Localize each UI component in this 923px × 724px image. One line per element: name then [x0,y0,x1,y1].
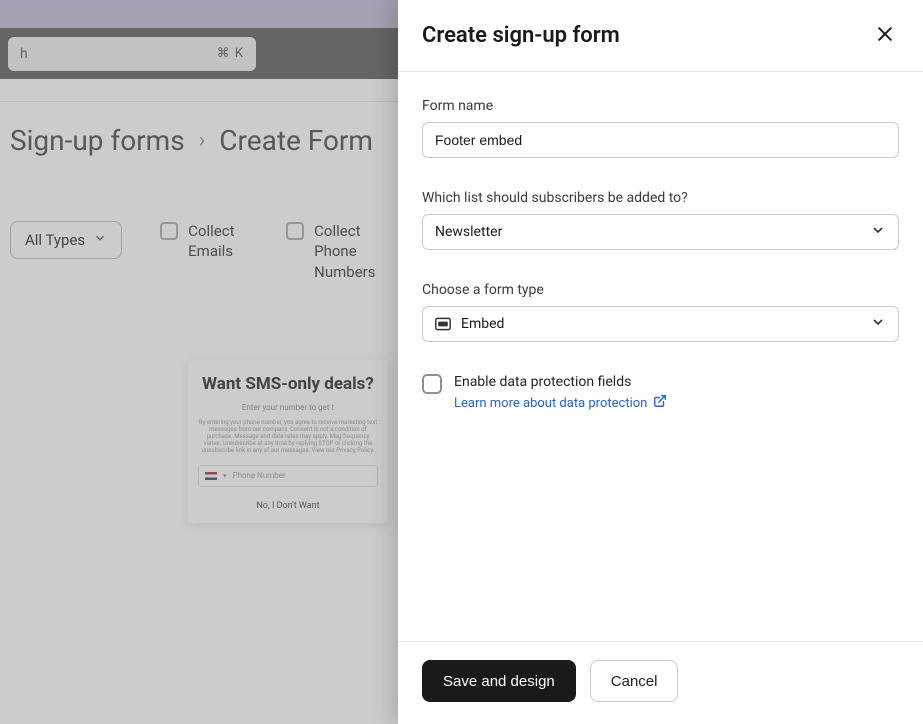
close-icon [875,32,895,47]
list-select-value: Newsletter [435,224,502,240]
type-select-value: Embed [461,316,504,332]
panel-footer: Save and design Cancel [398,641,923,724]
data-protection-learn-link[interactable]: Learn more about data protection [454,394,667,412]
type-select[interactable]: Embed [422,306,899,342]
panel-title: Create sign-up form [422,23,620,48]
create-form-panel: Create sign-up form Form name Which list… [398,0,923,724]
form-name-field: Form name [422,98,899,158]
data-protection-checkbox-row: Enable data protection fields Learn more… [422,374,899,412]
panel-header: Create sign-up form [398,0,923,72]
data-protection-label: Enable data protection fields [454,374,667,390]
data-protection-checkbox[interactable] [422,374,442,394]
close-button[interactable] [871,20,899,51]
type-select-label: Choose a form type [422,282,899,298]
save-and-design-button[interactable]: Save and design [422,660,576,702]
list-select-label: Which list should subscribers be added t… [422,190,899,206]
embed-icon [435,317,451,331]
external-link-icon [653,394,667,412]
panel-body: Form name Which list should subscribers … [398,72,923,641]
form-name-label: Form name [422,98,899,114]
list-select[interactable]: Newsletter [422,214,899,250]
list-select-field: Which list should subscribers be added t… [422,190,899,250]
chevron-down-icon [870,314,886,334]
type-select-field: Choose a form type Embed [422,282,899,342]
form-name-input[interactable] [422,122,899,158]
learn-link-text: Learn more about data protection [454,396,647,411]
cancel-button[interactable]: Cancel [590,660,679,702]
chevron-down-icon [870,222,886,242]
